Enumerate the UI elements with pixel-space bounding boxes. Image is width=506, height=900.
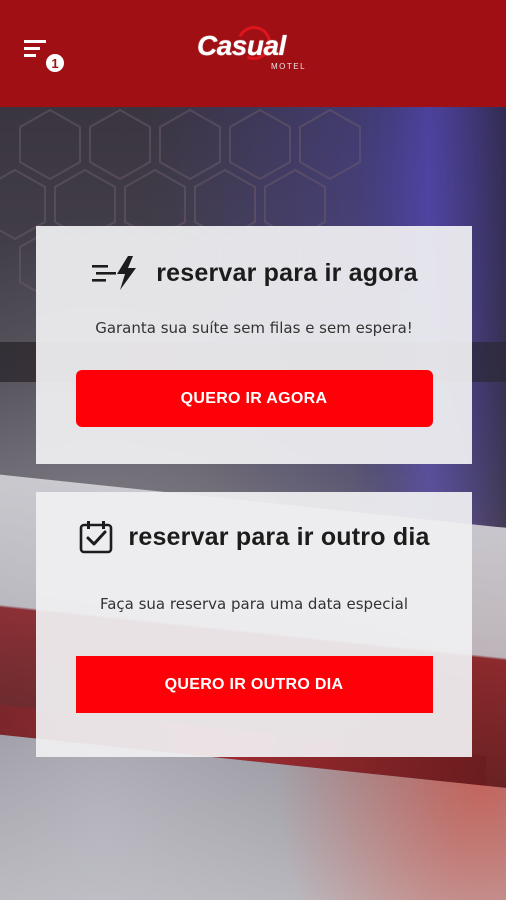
reserve-now-header: reservar para ir agora <box>90 256 418 290</box>
logo-subtext: MOTEL <box>271 62 307 71</box>
reserve-now-subtitle: Garanta sua suíte sem filas e sem espera… <box>95 319 413 337</box>
reserve-now-title: reservar para ir agora <box>156 258 418 287</box>
menu-button[interactable]: 1 <box>22 38 70 74</box>
reserve-other-day-header: reservar para ir outro dia <box>78 521 430 554</box>
fast-lightning-icon <box>92 256 137 290</box>
go-now-button[interactable]: QUERO IR AGORA <box>75 370 433 427</box>
logo-text: Casual <box>197 30 286 61</box>
notification-badge: 1 <box>44 52 66 74</box>
reserve-other-day-card: reservar para ir outro dia Faça sua rese… <box>36 492 472 757</box>
reserve-other-day-title: reservar para ir outro dia <box>128 522 430 551</box>
go-other-day-button[interactable]: QUERO IR OUTRO DIA <box>75 656 433 713</box>
reserve-now-card: reservar para ir agora Garanta sua suíte… <box>36 226 472 464</box>
top-app-bar: 1 Casual MOTEL <box>0 0 506 107</box>
calendar-check-icon <box>80 521 113 554</box>
casual-motel-logo[interactable]: Casual MOTEL <box>193 21 313 76</box>
reserve-other-day-subtitle: Faça sua reserva para uma data especial <box>99 595 409 613</box>
